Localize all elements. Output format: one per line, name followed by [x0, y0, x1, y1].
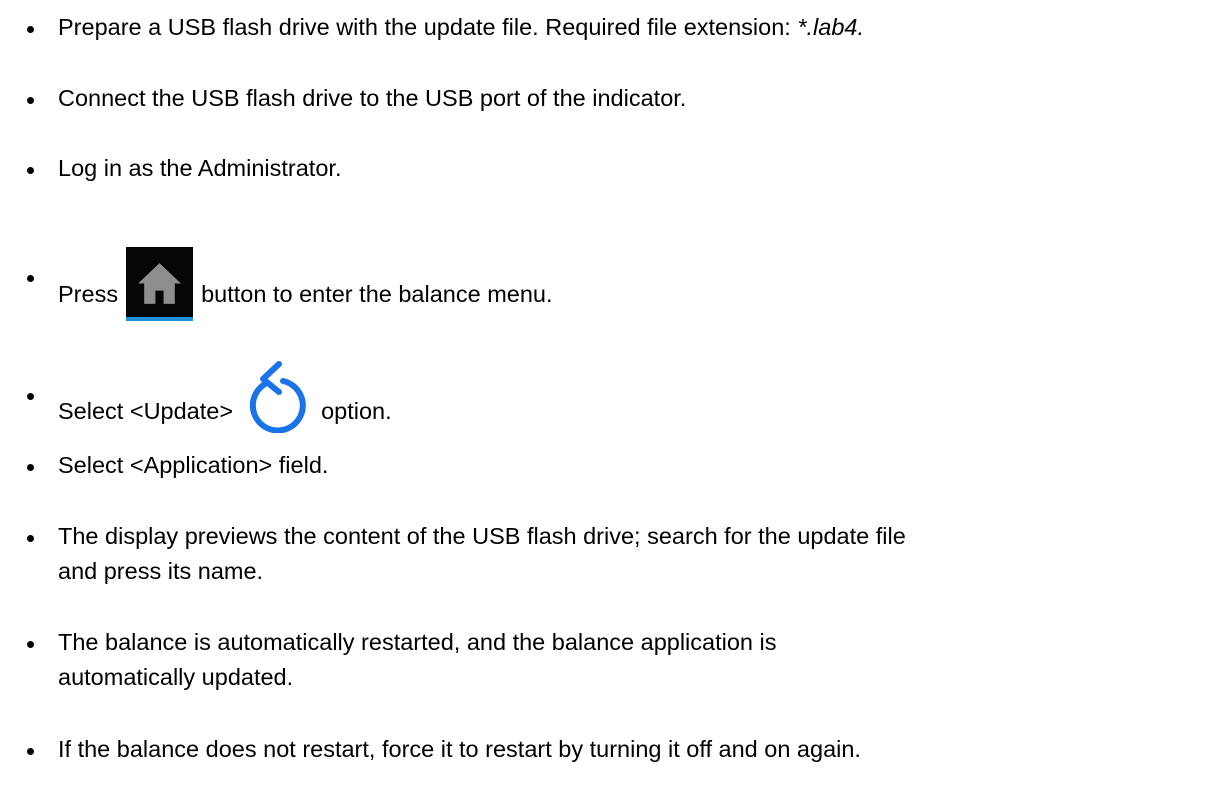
file-extension: *.lab4.: [797, 14, 864, 40]
bullet: [27, 393, 34, 400]
step-text: Select <Update>: [58, 398, 234, 425]
list-item-text: If the balance does not restart, force i…: [58, 736, 861, 762]
bullet: [27, 464, 34, 471]
text-line: The balance is automatically restarted, …: [58, 629, 777, 655]
list-item-text: Prepare a USB flash drive with the updat…: [58, 10, 864, 45]
home-button-underline: [126, 317, 194, 321]
refresh-icon: [243, 361, 309, 433]
home-icon: [138, 263, 182, 304]
bullet: [27, 275, 34, 282]
step-text: Prepare a USB flash drive with the updat…: [58, 14, 798, 40]
document-page: Prepare a USB flash drive with the updat…: [0, 0, 1229, 790]
text-line: automatically updated.: [58, 664, 294, 690]
list-item-text: Connect the USB flash drive to the USB p…: [58, 85, 687, 111]
step-text: option.: [321, 398, 392, 425]
bullet: [27, 535, 34, 542]
text-line: The display previews the content of the …: [58, 523, 906, 549]
list-item-text: Press button to enter the balance menu.: [58, 247, 553, 333]
step-text: Press: [58, 281, 119, 308]
list-item-text: Log in as the Administrator.: [58, 155, 342, 181]
bullet: [27, 641, 34, 648]
bullet: [27, 167, 34, 174]
step-text: button to enter the balance menu.: [201, 281, 553, 308]
text-line: and press its name.: [58, 558, 264, 584]
bullet: [27, 26, 34, 33]
list-item-text: The display previews the content of the …: [58, 519, 906, 589]
list-item-text: The balance is automatically restarted, …: [58, 625, 776, 695]
list-item-text: Select <Update> option.: [58, 361, 392, 449]
bullet: [27, 97, 34, 104]
list-item-text: Select <Application> field.: [58, 452, 329, 478]
bullet: [27, 748, 34, 755]
home-button: [126, 247, 194, 321]
